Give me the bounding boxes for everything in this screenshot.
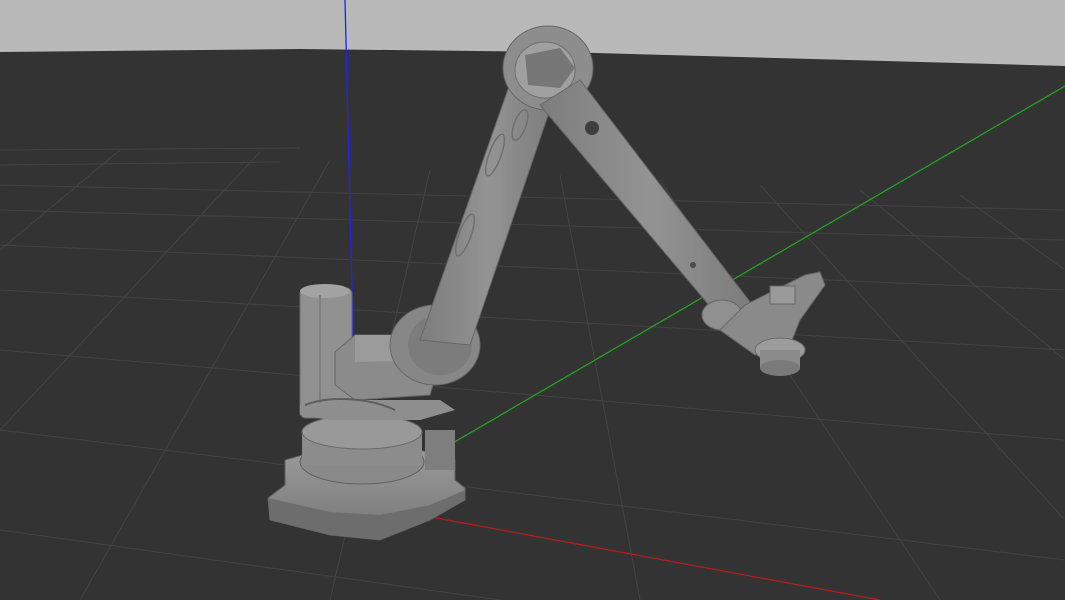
scene-canvas[interactable] [0,0,1065,600]
forearm-hole-small [690,262,696,268]
3d-viewport[interactable] [0,0,1065,600]
robot-end-effector [754,337,806,376]
forearm-hole [585,121,599,135]
